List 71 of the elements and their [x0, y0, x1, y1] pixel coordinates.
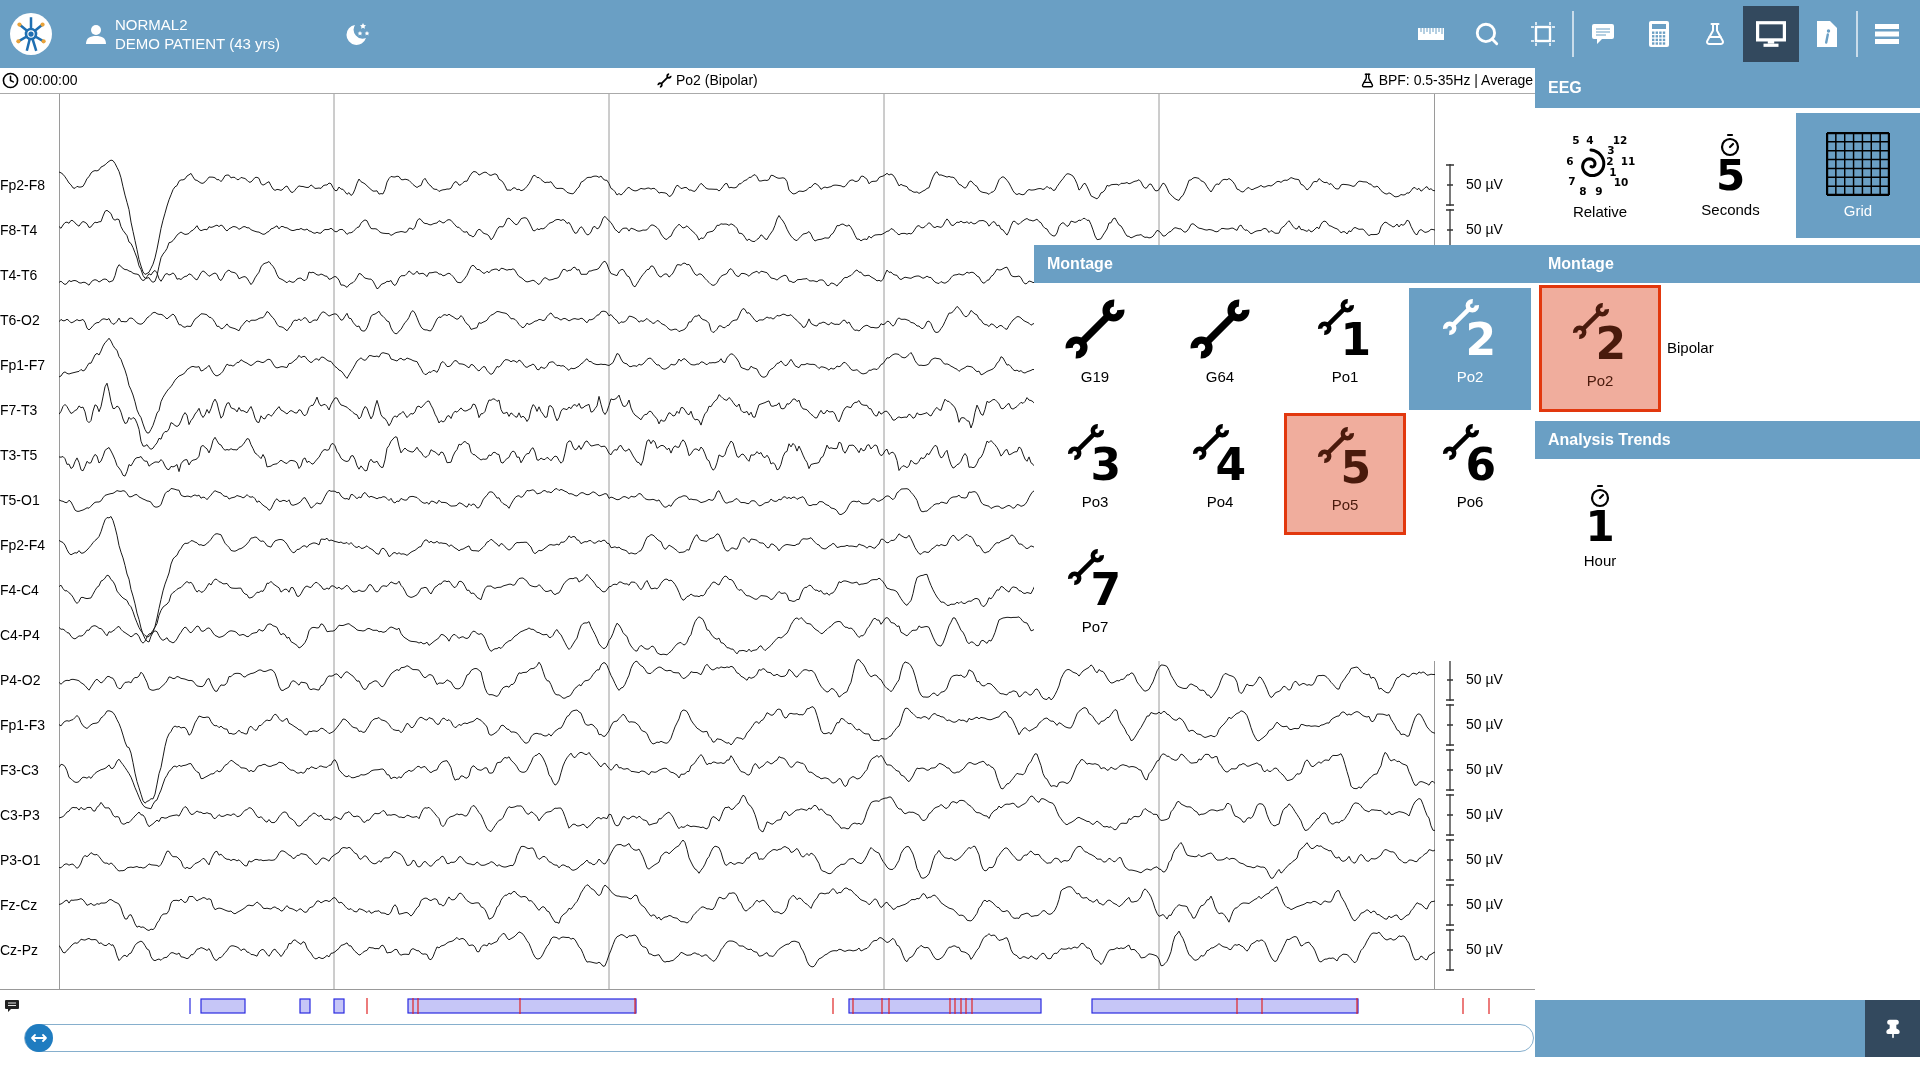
- channel-label: Fp2-F4: [0, 536, 46, 553]
- scale-bar-icon: [1445, 883, 1455, 926]
- scale-label: 50 µV: [1466, 670, 1503, 689]
- info-document-icon: [1817, 21, 1837, 47]
- night-mode-button[interactable]: [344, 22, 370, 46]
- grid-icon: [1826, 131, 1890, 196]
- channel-label: F8-T4: [0, 221, 38, 238]
- scale-label: 50 µV: [1466, 895, 1503, 914]
- montage-option[interactable]: 2 Po2: [1539, 285, 1661, 412]
- scroll-handle-icon[interactable]: [25, 1024, 53, 1052]
- scale-bar-icon: [1445, 748, 1455, 791]
- channel-label: Fp1-F7: [0, 356, 46, 373]
- channel-label: Fp2-F8: [0, 176, 46, 193]
- filter-settings: BPF: 0.5-35Hz | Average: [1378, 71, 1533, 90]
- comment-icon: [5, 1000, 19, 1012]
- wrench-icon: [657, 73, 672, 88]
- calculator-icon: [1649, 21, 1669, 47]
- monitor-icon: [1756, 21, 1786, 47]
- montage-name: Po2 (Bipolar): [676, 71, 758, 90]
- scale-bar-icon: [1445, 838, 1455, 881]
- scale-label: 50 µV: [1466, 940, 1503, 959]
- wrench-icon: [1189, 298, 1251, 360]
- section-header: Montage: [1535, 245, 1920, 283]
- person-icon: [86, 24, 106, 44]
- section-header: Analysis Trends: [1535, 421, 1920, 459]
- scale-label: 50 µV: [1466, 760, 1503, 779]
- ruler-icon: [1418, 28, 1444, 40]
- scale-bar-icon: [1445, 793, 1455, 836]
- wrench-icon: [1064, 298, 1126, 360]
- stopwatch-icon: [1588, 483, 1612, 508]
- montage-option[interactable]: 5 Po5: [1284, 413, 1406, 535]
- channel-label: C4-P4: [0, 626, 40, 643]
- montage-description: Bipolar: [1667, 338, 1714, 359]
- scale-bar-icon: [1445, 928, 1455, 971]
- scale-bar-icon: [1445, 703, 1455, 746]
- channel-label: P3-O1: [0, 851, 41, 868]
- channel-label: F7-T3: [0, 401, 38, 418]
- scale-label: 50 µV: [1466, 220, 1503, 239]
- time-display: 00:00:00: [23, 71, 78, 90]
- menu-icon: [1875, 24, 1899, 44]
- record-name: NORMAL2: [115, 15, 189, 34]
- scale-label: 50 µV: [1466, 805, 1503, 824]
- chat-bubble-icon: [1591, 23, 1615, 45]
- channel-label: P4-O2: [0, 671, 41, 688]
- channel-label: T4-T6: [0, 266, 38, 283]
- channel-label: Fp1-F3: [0, 716, 46, 733]
- scale-bar-icon: [1445, 658, 1455, 701]
- flask-icon: [1359, 72, 1375, 89]
- channel-label: T3-T5: [0, 446, 38, 463]
- channel-label: T5-O1: [0, 491, 40, 508]
- section-header: Montage: [1034, 245, 1535, 283]
- search-icon: [1474, 21, 1500, 47]
- channel-label: F3-C3: [0, 761, 39, 778]
- channel-label: Fz-Cz: [0, 896, 38, 913]
- clock-icon: [2, 72, 19, 89]
- patient-name: DEMO PATIENT (43 yrs): [115, 34, 281, 53]
- moon-stars-icon: [344, 22, 370, 46]
- scale-label: 50 µV: [1466, 175, 1503, 194]
- logo-icon[interactable]: [10, 13, 52, 55]
- channel-label: Cz-Pz: [0, 941, 39, 958]
- scale-label: 50 µV: [1466, 850, 1503, 869]
- section-header: EEG: [1535, 68, 1920, 108]
- pin-button[interactable]: [1865, 1000, 1920, 1057]
- scale-label: 50 µV: [1466, 715, 1503, 734]
- channel-label: T6-O2: [0, 311, 40, 328]
- channel-label: F4-C4: [0, 581, 39, 598]
- flask-icon: [1703, 20, 1727, 48]
- selection-frame-icon: [1531, 22, 1555, 46]
- toolbar-button[interactable]: [1743, 6, 1799, 62]
- scale-bar-icon: [1445, 163, 1455, 206]
- channel-label: C3-P3: [0, 806, 40, 823]
